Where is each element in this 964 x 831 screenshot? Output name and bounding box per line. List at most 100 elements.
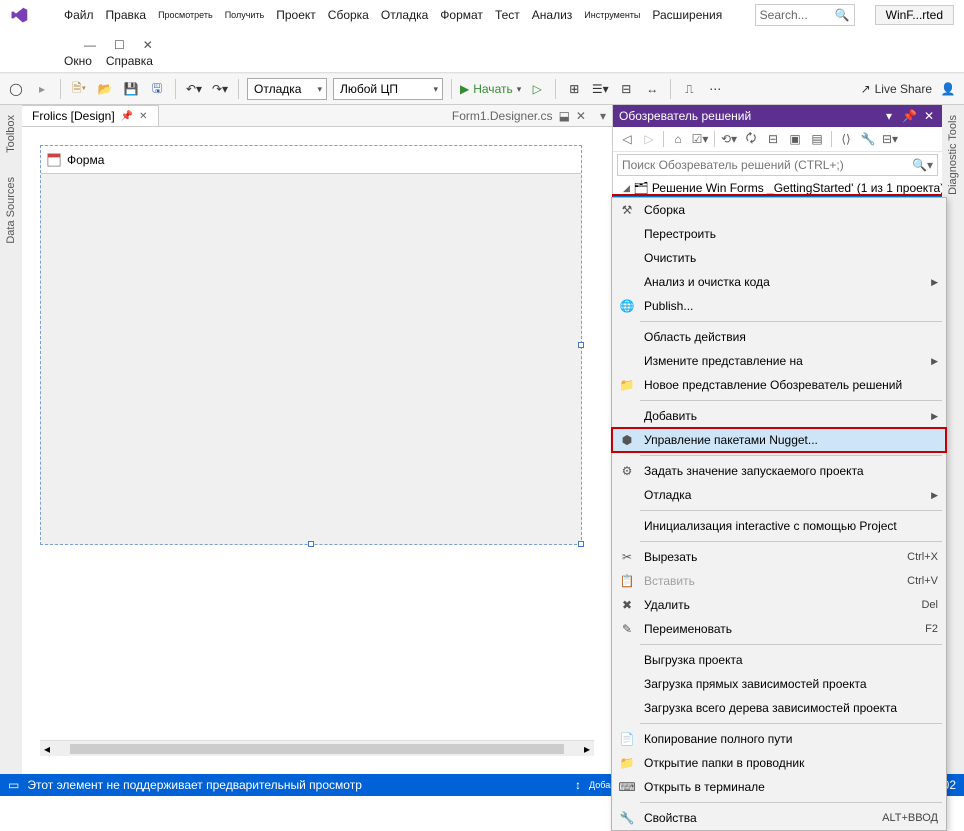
menu-extensions[interactable]: Расширения [652,8,722,22]
ctx-item[interactable]: ✖УдалитьDel [612,593,946,617]
design-surface[interactable]: Форма ◂▸ [22,127,612,774]
se-search-input[interactable] [622,158,912,172]
open-button[interactable]: 📂 [95,79,115,99]
menu-get[interactable]: Получить [225,10,265,20]
se-switch-icon[interactable]: ☑▾ [692,131,708,147]
ctx-item[interactable]: Анализ и очистка кода▶ [612,270,946,294]
undo-button[interactable]: ↶▾ [184,79,204,99]
ctx-item[interactable]: 📄Копирование полного пути [612,727,946,751]
config-combo[interactable]: Отладка [247,78,327,100]
spacing-btn[interactable]: ↔ [642,79,662,99]
ctx-item[interactable]: 📁Новое представление Обозреватель решени… [612,373,946,397]
close-tab-icon[interactable]: ✕ [139,111,147,122]
nav-back-icon[interactable]: ◯ [6,79,26,99]
search-box[interactable]: Search... 🔍 [755,4,855,26]
start-no-debug-button[interactable]: ▷ [527,79,547,99]
se-refresh-icon[interactable]: 🗘 [743,131,759,147]
ctx-item[interactable]: ✂ВырезатьCtrl+X [612,545,946,569]
menu-debug[interactable]: Отладка [381,8,428,22]
ctx-item[interactable]: Загрузка всего дерева зависимостей проек… [612,696,946,720]
menu-format[interactable]: Формат [440,8,483,22]
solution-icon: 🗂 [634,181,648,195]
redo-button[interactable]: ↷▾ [210,79,230,99]
form-designer[interactable]: Форма [40,145,582,545]
se-home-icon[interactable]: ⌂ [670,131,686,147]
resize-handle-s[interactable] [308,541,314,547]
panel-pin-icon[interactable]: 📌 [902,109,916,123]
ctx-item[interactable]: 🌐Publish... [612,294,946,318]
pin-icon[interactable]: 📌 [121,111,133,122]
doc-tab-preview[interactable]: Form1.Designer.cs ⬓ ✕ [444,107,594,125]
menu-view[interactable]: Просмотреть [158,10,213,20]
menu-file[interactable]: Файл [64,8,94,22]
ctx-item[interactable]: Перестроить [612,222,946,246]
doc-tab-design[interactable]: Frolics [Design] 📌 ✕ [22,105,159,126]
panel-close-icon[interactable]: ✕ [922,109,936,123]
ctx-item[interactable]: Выгрузка проекта [612,648,946,672]
status-updown-icon[interactable]: ↕ [575,778,581,792]
save-all-button[interactable]: 🖫 [147,79,167,99]
maximize-button[interactable]: ☐ [114,38,125,52]
close-button[interactable]: ✕ [143,38,153,52]
se-collapse-icon[interactable]: ⊟ [765,131,781,147]
tab-overflow-icon[interactable]: ▾ [594,109,612,123]
se-back-icon[interactable]: ◁ [619,131,635,147]
resize-handle-e[interactable] [578,342,584,348]
save-button[interactable]: 💾 [121,79,141,99]
ctx-item: 📋ВставитьCtrl+V [612,569,946,593]
menu-window[interactable]: Окно [64,54,92,68]
solution-node[interactable]: ◢ 🗂 Решение Win Forms _GettingStarted' (… [613,180,942,196]
resize-handle-se[interactable] [578,541,584,547]
ctx-label: Перестроить [644,227,938,241]
se-prop-icon[interactable]: 🔧 [860,131,876,147]
se-sync-icon[interactable]: ⟲▾ [721,131,737,147]
se-search[interactable]: 🔍▾ [617,154,938,176]
dock-btn[interactable]: ⋯ [705,79,725,99]
se-preview-icon[interactable]: ▤ [809,131,825,147]
grid-btn[interactable]: ⊟ [616,79,636,99]
expand-icon[interactable]: ◢ [623,183,630,194]
ctx-item[interactable]: ⬢Управление пакетами Nugget... [612,428,946,452]
menu-project[interactable]: Проект [276,8,316,22]
platform-combo[interactable]: Любой ЦП [333,78,443,100]
ctx-item[interactable]: Область действия [612,325,946,349]
ctx-item[interactable]: ✎ПереименоватьF2 [612,617,946,641]
ctx-item[interactable]: ⌨Открыть в терминале [612,775,946,799]
account-icon[interactable]: 👤 [938,79,958,99]
start-debug-button[interactable]: ▶ Начать ▾ [460,82,521,96]
menu-analyze[interactable]: Анализ [532,8,573,22]
menu-help[interactable]: Справка [106,54,153,68]
ctx-item[interactable]: ⚒Сборка [612,198,946,222]
diagnostic-tools-tab[interactable]: Diagnostic Tools [947,111,959,199]
layout-btn-1[interactable]: ⊞ [564,79,584,99]
ctx-item[interactable]: Добавить▶ [612,404,946,428]
new-project-button[interactable]: 🗎▾ [69,79,89,99]
nav-fwd-icon[interactable]: ▸ [32,79,52,99]
menu-edit[interactable]: Правка [106,8,147,22]
panel-options-icon[interactable]: ▾ [882,109,896,123]
se-view-icon[interactable]: ⊟▾ [882,131,898,147]
ctx-item[interactable]: 📁Открытие папки в проводник [612,751,946,775]
ctx-item[interactable]: Отладка▶ [612,483,946,507]
se-fwd-icon[interactable]: ▷ [641,131,657,147]
ctx-item[interactable]: 🔧СвойстваALT+ВВОД [612,806,946,830]
ctx-item[interactable]: Очистить [612,246,946,270]
align-btn[interactable]: ☰▾ [590,79,610,99]
ctx-item[interactable]: ⚙Задать значение запускаемого проекта [612,459,946,483]
minimize-button[interactable]: ― [84,38,96,52]
ctx-item[interactable]: Загрузка прямых зависимостей проекта [612,672,946,696]
menu-test[interactable]: Тест [495,8,520,22]
datasources-tab[interactable]: Data Sources [5,173,17,248]
ctx-item[interactable]: Инициализация interactive с помощью Proj… [612,514,946,538]
se-code-icon[interactable]: ⟨⟩ [838,131,854,147]
se-showall-icon[interactable]: ▣ [787,131,803,147]
menu-build[interactable]: Сборка [328,8,369,22]
h-scrollbar[interactable]: ◂▸ [40,740,594,756]
liveshare-button[interactable]: ↗ Live Share [861,82,932,96]
toolbox-tab[interactable]: Toolbox [5,111,17,157]
close-preview-icon[interactable]: ✕ [576,109,586,123]
menu-tools[interactable]: Инструменты [584,10,640,20]
tab-order-btn[interactable]: ⎍ [679,79,699,99]
ctx-item[interactable]: Измените представление на▶ [612,349,946,373]
promote-icon[interactable]: ⬓ [559,109,570,123]
